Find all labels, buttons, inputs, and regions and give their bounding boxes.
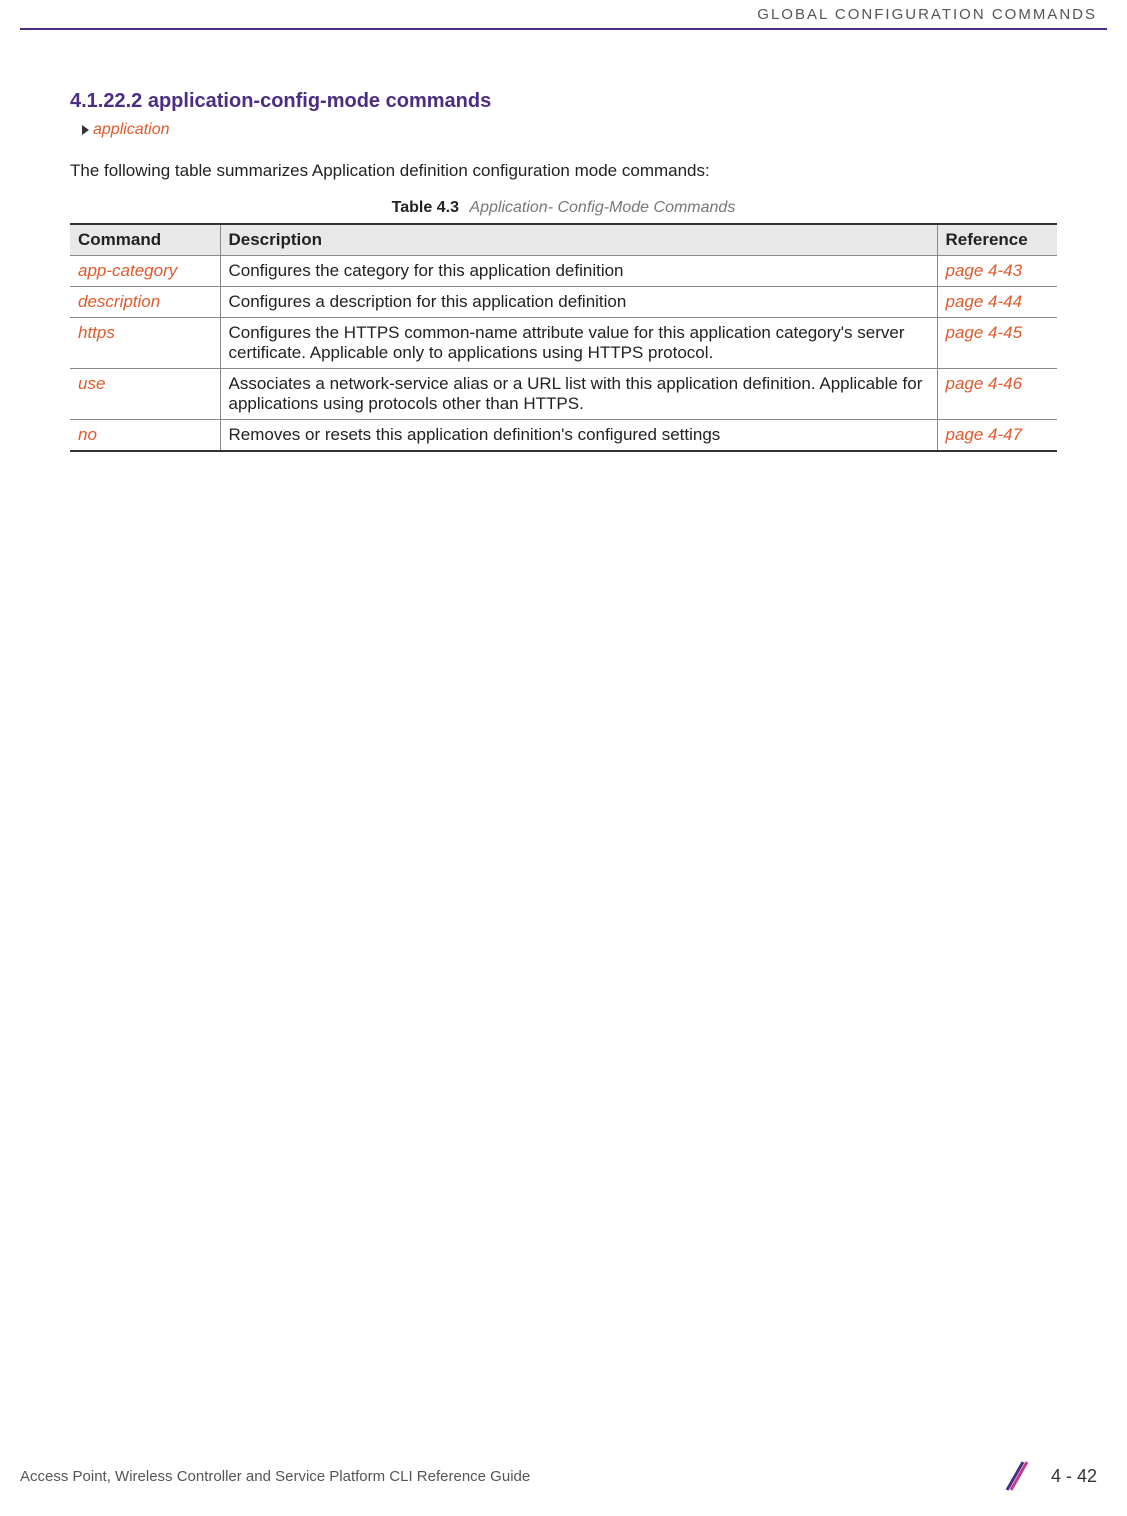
page-footer: Access Point, Wireless Controller and Se… — [20, 1458, 1097, 1494]
page-number: 4 - 42 — [1051, 1466, 1097, 1487]
application-link[interactable]: application — [93, 121, 170, 139]
section-heading: 4.1.22.2 application-config-mode command… — [70, 90, 1057, 113]
command-link[interactable]: use — [78, 374, 105, 393]
command-link[interactable]: no — [78, 425, 97, 444]
footer-guide-title: Access Point, Wireless Controller and Se… — [20, 1468, 530, 1485]
table-row: description Configures a description for… — [70, 287, 1057, 318]
reference-link[interactable]: page 4-45 — [946, 323, 1023, 342]
application-link-row: application — [70, 121, 1057, 139]
table-header-row: Command Description Reference — [70, 224, 1057, 256]
reference-link[interactable]: page 4-44 — [946, 292, 1023, 311]
table-caption-label: Table 4.3 — [392, 199, 459, 216]
table-caption: Table 4.3 Application- Config-Mode Comma… — [70, 199, 1057, 217]
table-row: https Configures the HTTPS common-name a… — [70, 318, 1057, 369]
command-link[interactable]: app-category — [78, 261, 177, 280]
description-cell: Removes or resets this application defin… — [220, 420, 937, 452]
command-link[interactable]: https — [78, 323, 115, 342]
header-divider — [20, 28, 1107, 30]
command-table: Command Description Reference app-catego… — [70, 223, 1057, 452]
description-cell: Configures a description for this applic… — [220, 287, 937, 318]
reference-link[interactable]: page 4-47 — [946, 425, 1023, 444]
intro-text: The following table summarizes Applicati… — [70, 161, 1057, 181]
slash-icon — [997, 1458, 1033, 1494]
footer-right: 4 - 42 — [997, 1458, 1097, 1494]
table-row: app-category Configures the category for… — [70, 256, 1057, 287]
description-cell: Configures the HTTPS common-name attribu… — [220, 318, 937, 369]
header-reference: Reference — [937, 224, 1057, 256]
command-link[interactable]: description — [78, 292, 160, 311]
table-row: no Removes or resets this application de… — [70, 420, 1057, 452]
triangle-right-icon — [82, 125, 89, 135]
table-row: use Associates a network-service alias o… — [70, 369, 1057, 420]
reference-link[interactable]: page 4-43 — [946, 261, 1023, 280]
header-command: Command — [70, 224, 220, 256]
table-caption-title: Application- Config-Mode Commands — [469, 199, 735, 216]
header-title: GLOBAL CONFIGURATION COMMANDS — [757, 6, 1097, 23]
page-content: 4.1.22.2 application-config-mode command… — [70, 90, 1057, 452]
description-cell: Configures the category for this applica… — [220, 256, 937, 287]
header-description: Description — [220, 224, 937, 256]
reference-link[interactable]: page 4-46 — [946, 374, 1023, 393]
description-cell: Associates a network-service alias or a … — [220, 369, 937, 420]
